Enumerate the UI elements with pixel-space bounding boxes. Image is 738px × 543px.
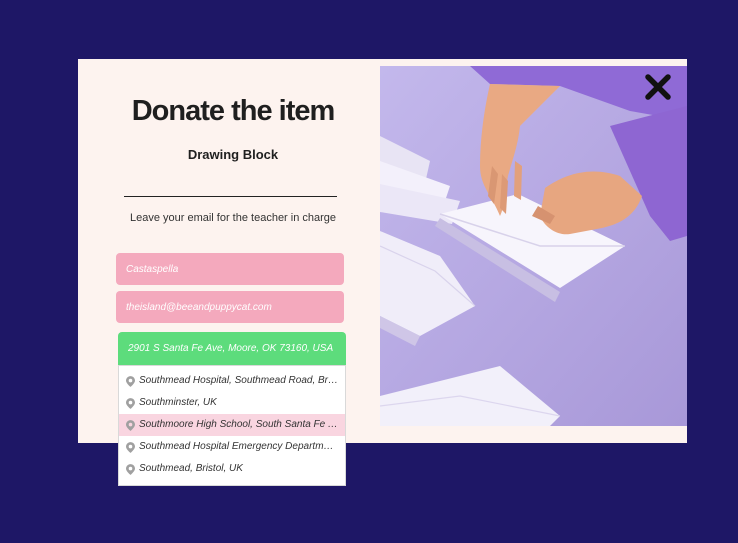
suggestion-label: Southminster, UK [139,397,217,408]
address-input[interactable] [118,332,346,365]
close-button[interactable] [644,73,672,101]
close-icon [645,74,671,100]
helper-text: Leave your email for the teacher in char… [129,212,337,224]
location-pin-icon [126,420,135,431]
suggestion-item[interactable]: Southminster, UK [119,392,345,414]
suggestion-label: Southmead Hospital, Southmead Road, Bris… [139,375,345,386]
suggestion-label: Southmoore High School, South Santa Fe A… [139,419,345,430]
location-pin-icon [126,376,135,387]
name-input[interactable] [116,253,344,285]
item-name: Drawing Block [187,147,279,162]
suggestion-item[interactable]: Southmead Hospital Emergency Department,… [119,436,345,458]
divider [124,196,337,197]
suggestion-item[interactable]: Southmead, Bristol, UK [119,458,345,480]
hands-folding-envelopes-photo [380,66,687,426]
suggestion-item[interactable]: Southmead Hospital, Southmead Road, Bris… [119,370,345,392]
suggestion-label: Southmead Hospital Emergency Department,… [139,441,345,452]
location-pin-icon [126,398,135,409]
email-input[interactable] [116,291,344,323]
location-pin-icon [126,464,135,475]
location-pin-icon [126,442,135,453]
address-suggestions-dropdown: Southmead Hospital, Southmead Road, Bris… [118,365,346,486]
suggestion-label: Southmead, Bristol, UK [139,463,243,474]
photo-illustration [380,66,687,426]
modal-title: Donate the item [131,95,336,127]
suggestion-item-highlighted[interactable]: Southmoore High School, South Santa Fe A… [119,414,345,436]
